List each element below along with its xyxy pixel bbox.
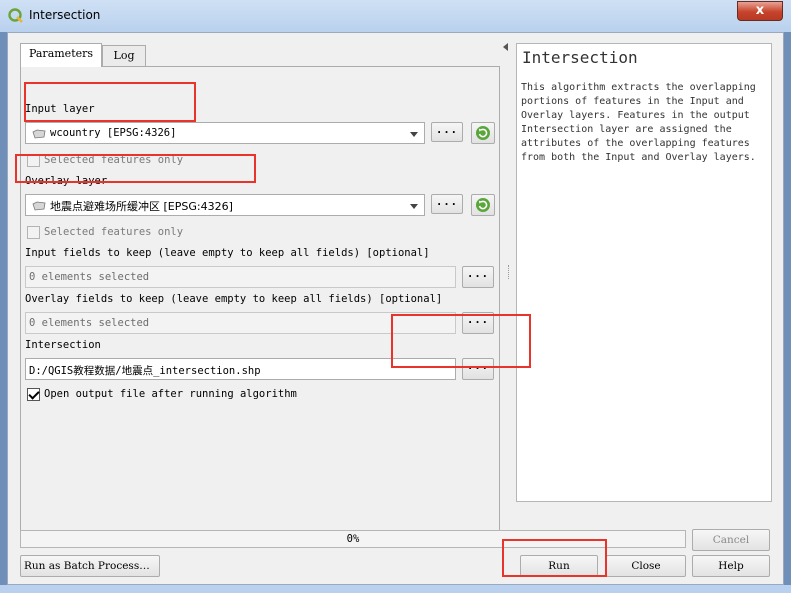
cancel-button[interactable]: Cancel	[692, 529, 770, 551]
batch-process-button[interactable]: Run as Batch Process…	[20, 555, 160, 577]
input-fields-field[interactable]: 0 elements selected	[25, 266, 456, 288]
chevron-down-icon	[410, 204, 418, 209]
polygon-layer-icon	[32, 129, 46, 139]
highlight-box-overlay-layer	[15, 154, 256, 183]
collapse-arrow-icon[interactable]	[503, 43, 508, 51]
title-bar: Intersection x	[0, 0, 791, 32]
highlight-box-input-layer	[24, 82, 196, 122]
tab-log[interactable]: Log	[102, 45, 146, 67]
overlay-layer-iterate-button[interactable]	[471, 194, 495, 216]
refresh-icon	[476, 126, 490, 140]
input-layer-iterate-button[interactable]	[471, 122, 495, 144]
progress-label: 0%	[346, 533, 360, 545]
highlight-box-output-browse	[391, 314, 531, 368]
help-text: This algorithm extracts the overlapping …	[521, 82, 756, 163]
chevron-down-icon	[410, 132, 418, 137]
open-after-checkbox[interactable]	[27, 388, 40, 401]
close-button[interactable]: Close	[606, 555, 686, 577]
parameters-panel: Input layer wcountry [EPSG:4326] ... Sel…	[20, 66, 500, 533]
input-layer-combo[interactable]: wcountry [EPSG:4326]	[25, 122, 425, 144]
overlay-layer-value: 地震点避难场所缓冲区 [EPSG:4326]	[50, 200, 233, 213]
highlight-box-run	[502, 539, 607, 577]
refresh-icon	[476, 198, 490, 212]
overlay-layer-browse-button[interactable]: ...	[431, 194, 463, 214]
input-layer-browse-button[interactable]: ...	[431, 122, 463, 142]
overlay-selected-only-checkbox[interactable]	[27, 226, 40, 239]
help-panel: Intersection This algorithm extracts the…	[516, 43, 772, 502]
tab-parameters[interactable]: Parameters	[20, 43, 102, 67]
help-button[interactable]: Help	[692, 555, 770, 577]
overlay-layer-combo[interactable]: 地震点避难场所缓冲区 [EPSG:4326]	[25, 194, 425, 216]
window-close-button[interactable]: x	[737, 1, 783, 21]
input-layer-value: wcountry [EPSG:4326]	[50, 127, 177, 139]
window-frame	[0, 585, 791, 593]
polygon-layer-icon	[32, 201, 46, 211]
splitter-handle[interactable]	[508, 265, 510, 279]
window-title: Intersection	[29, 8, 101, 22]
overlay-selected-only-label: Selected features only	[44, 226, 184, 238]
help-title: Intersection	[522, 48, 638, 67]
qgis-icon	[8, 8, 23, 23]
input-fields-browse-button[interactable]: ...	[462, 266, 494, 288]
output-label: Intersection	[25, 339, 101, 351]
input-fields-label: Input fields to keep (leave empty to kee…	[25, 247, 430, 259]
open-after-label: Open output file after running algorithm	[44, 388, 297, 400]
overlay-fields-label: Overlay fields to keep (leave empty to k…	[25, 293, 443, 305]
